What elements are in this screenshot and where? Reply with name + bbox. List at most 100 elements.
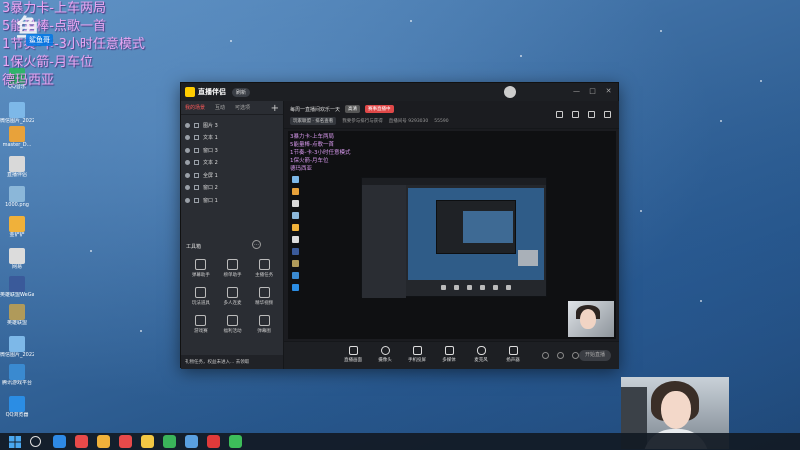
canvas-overlay-line: 5能量棒-点歌一首: [290, 142, 334, 148]
ranking-link[interactable]: 我要参与排行与获得: [342, 118, 383, 124]
tool-item[interactable]: 弹幕助手: [185, 259, 217, 278]
taskbar-apps: [53, 435, 242, 448]
screen-capture-button[interactable]: 直播画面: [344, 346, 362, 363]
eye-icon[interactable]: [185, 122, 190, 128]
scene-item[interactable]: 全屏 1: [181, 169, 283, 182]
scene-item[interactable]: 图片 3: [181, 119, 283, 132]
taskbar-app[interactable]: [229, 435, 242, 448]
taskbar-app[interactable]: [119, 435, 132, 448]
tool-item[interactable]: 多人连麦: [217, 287, 249, 306]
nested-inner-window: [436, 200, 516, 254]
nested-webcam: [518, 250, 538, 266]
tab-interaction[interactable]: 互动: [215, 104, 225, 111]
mini-tool-icon: [441, 284, 446, 290]
sidebar-footer-notice[interactable]: 礼物任务，权益未进入... 去领取: [181, 355, 283, 369]
tool-item[interactable]: 主播任务: [248, 259, 280, 278]
media-button[interactable]: 多媒体: [440, 346, 458, 363]
taskbar-app[interactable]: [163, 435, 176, 448]
desktop-icon[interactable]: 英雄联盟WeGame版: [0, 276, 34, 299]
lock-icon[interactable]: [194, 147, 199, 153]
eye-icon[interactable]: [185, 197, 190, 203]
tool-item[interactable]: 精华视频: [248, 287, 280, 306]
scene-item[interactable]: 窗口 2: [181, 182, 283, 195]
mini-tool-icon: [493, 284, 498, 290]
taskbar-app[interactable]: [207, 435, 220, 448]
stream-title[interactable]: 每周一直播间欢乐一天: [290, 106, 340, 113]
tool-item[interactable]: 游戏赛: [185, 315, 217, 334]
streamer-logo: 鱼 鲨鱼哥: [16, 8, 62, 48]
live-status-pill: 赛事直播中: [365, 105, 394, 113]
desktop-icon[interactable]: master_D...: [0, 126, 34, 149]
desktop-icon-label: master_D...: [2, 142, 32, 148]
record-icon[interactable]: [542, 352, 549, 359]
category-button[interactable]: 玩家联盟 · 排名查看: [290, 117, 337, 125]
scene-item[interactable]: 窗口 1: [181, 194, 283, 207]
lock-icon[interactable]: [194, 172, 199, 178]
more-icon[interactable]: …: [252, 240, 261, 249]
tab-options[interactable]: 可选项: [235, 104, 250, 111]
close-button[interactable]: ✕: [605, 88, 612, 95]
windows-start-icon[interactable]: [8, 435, 22, 449]
folder-icon[interactable]: [141, 435, 154, 448]
bag-icon[interactable]: [572, 111, 579, 118]
desktop-icon[interactable]: 金铲铲: [0, 216, 34, 239]
speaker-button[interactable]: 扬声器: [504, 346, 522, 363]
desktop-icon[interactable]: 直播伴侣: [0, 156, 34, 179]
tool-label: 福利活动: [223, 329, 242, 334]
mini-icon: [291, 176, 299, 183]
settings-icon[interactable]: [588, 111, 595, 118]
taskbar-app[interactable]: [97, 435, 110, 448]
scene-item[interactable]: 文本 1: [181, 132, 283, 145]
microphone-button[interactable]: 麦克风: [472, 346, 490, 363]
desktop-icon[interactable]: 腾讯游戏平台: [0, 364, 34, 387]
refresh-badge[interactable]: 刷新: [232, 87, 251, 97]
desktop-icon[interactable]: 微信图片_20220...: [0, 102, 34, 125]
gift-icon[interactable]: [556, 111, 563, 118]
camera-button[interactable]: 摄像头: [376, 346, 394, 363]
minimize-button[interactable]: —: [573, 88, 580, 95]
taskbar-app[interactable]: [185, 435, 198, 448]
toolbar-label: 扬声器: [506, 358, 520, 363]
tool-icon: [226, 287, 238, 298]
desktop-icon[interactable]: 网易: [0, 248, 34, 271]
desktop-icon[interactable]: 微信图片_20220...: [0, 336, 34, 359]
maximize-button[interactable]: □: [589, 88, 596, 95]
speaker-icon: [508, 346, 518, 355]
desktop-icon-label: 微信图片_20220...: [0, 352, 34, 358]
scene-item[interactable]: 文本 2: [181, 157, 283, 170]
preview-canvas[interactable]: 3暴力卡-上车两局 5能量棒-点歌一首 1节奏-卡-3小时任意模式 1保火箭-月…: [288, 131, 616, 339]
lock-icon[interactable]: [194, 185, 199, 191]
taskbar-app[interactable]: [53, 435, 66, 448]
start-live-button[interactable]: 开始直播: [579, 350, 611, 361]
eye-icon[interactable]: [185, 147, 190, 153]
tool-item[interactable]: 福利活动: [217, 315, 249, 334]
mini-tool-icon: [506, 284, 511, 290]
phone-cast-button[interactable]: 手机投屏: [408, 346, 426, 363]
tool-item[interactable]: 玩法道具: [185, 287, 217, 306]
share-icon[interactable]: [604, 111, 611, 118]
eye-icon[interactable]: [557, 352, 564, 359]
tab-my-scenes[interactable]: 我的场景: [185, 104, 205, 111]
lock-icon[interactable]: [194, 160, 199, 166]
taskbar-app[interactable]: [75, 435, 88, 448]
add-scene-icon[interactable]: +: [271, 103, 279, 114]
tool-label: 弹幕图: [257, 329, 271, 334]
tool-item[interactable]: 榜单助手: [217, 259, 249, 278]
desktop-icon[interactable]: QQ浏览器: [0, 396, 34, 419]
lock-icon[interactable]: [194, 122, 199, 128]
eye-icon[interactable]: [185, 172, 190, 178]
tool-item[interactable]: 弹幕图: [248, 315, 280, 334]
gear-icon[interactable]: [572, 352, 579, 359]
desktop-icon[interactable]: 1000.png: [0, 186, 34, 209]
desktop-icon[interactable]: 英雄联盟: [0, 304, 34, 327]
lock-icon[interactable]: [194, 135, 199, 141]
lock-icon[interactable]: [194, 197, 199, 203]
eye-icon[interactable]: [185, 185, 190, 191]
user-avatar[interactable]: [504, 86, 516, 98]
nested-inner-canvas: [463, 211, 513, 243]
scene-item[interactable]: 窗口 3: [181, 144, 283, 157]
search-icon[interactable]: [30, 436, 41, 447]
eye-icon[interactable]: [185, 160, 190, 166]
eye-icon[interactable]: [185, 135, 190, 141]
tool-icon: [226, 315, 238, 326]
